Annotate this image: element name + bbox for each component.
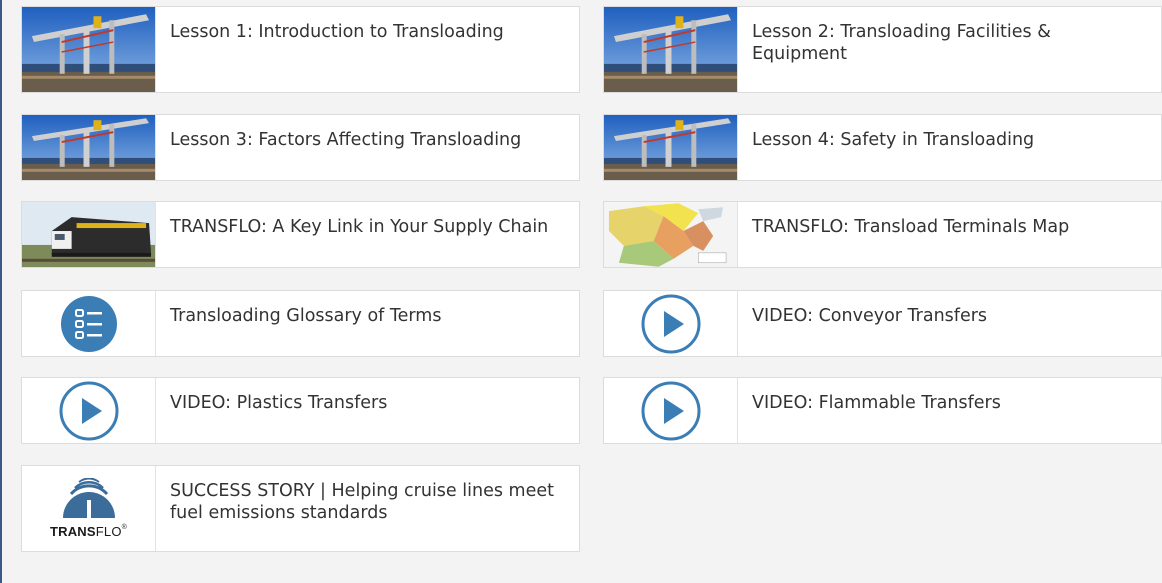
resource-title: SUCCESS STORY | Helping cruise lines mee… <box>170 481 554 523</box>
crane-photo-thumbnail <box>22 115 156 180</box>
resource-card-lesson-2[interactable]: Lesson 2: Transloading Facilities & Equi… <box>603 6 1162 93</box>
play-icon <box>22 378 156 443</box>
map-thumbnail <box>604 202 738 267</box>
resource-card-video-flammable[interactable]: VIDEO: Flammable Transfers <box>603 377 1162 444</box>
logo-text-bold: TRANS <box>49 524 96 539</box>
play-icon <box>604 378 738 443</box>
transflo-logo: TRANSFLO® <box>22 466 156 551</box>
locomotive-photo-thumbnail <box>22 202 156 267</box>
resource-title: Transloading Glossary of Terms <box>170 306 442 326</box>
play-icon <box>604 291 738 356</box>
logo-registered-mark: ® <box>121 524 128 531</box>
resource-card-lesson-1[interactable]: Lesson 1: Introduction to Transloading <box>21 6 580 93</box>
logo-text-light: FLO <box>95 524 122 539</box>
crane-photo-thumbnail <box>604 115 738 180</box>
resource-title: VIDEO: Flammable Transfers <box>752 393 1001 413</box>
resource-title: Lesson 1: Introduction to Transloading <box>170 22 504 42</box>
resource-card-terminals-map[interactable]: TRANSFLO: Transload Terminals Map <box>603 201 1162 268</box>
resource-card-lesson-4[interactable]: Lesson 4: Safety in Transloading <box>603 114 1162 181</box>
list-icon <box>22 291 156 356</box>
resource-title: Lesson 2: Transloading Facilities & Equi… <box>752 22 1051 64</box>
resource-card-success-story[interactable]: TRANSFLO® SUCCESS STORY | Helping cruise… <box>21 465 580 552</box>
crane-photo-thumbnail <box>22 7 156 92</box>
resource-card-video-plastics[interactable]: VIDEO: Plastics Transfers <box>21 377 580 444</box>
resource-title: Lesson 4: Safety in Transloading <box>752 130 1035 150</box>
crane-photo-thumbnail <box>604 7 738 92</box>
resource-title: TRANSFLO: A Key Link in Your Supply Chai… <box>170 217 549 237</box>
resource-title: VIDEO: Plastics Transfers <box>170 393 388 413</box>
resource-title: Lesson 3: Factors Affecting Transloading <box>170 130 522 150</box>
resource-title: TRANSFLO: Transload Terminals Map <box>752 217 1070 237</box>
resource-card-glossary[interactable]: Transloading Glossary of Terms <box>21 290 580 357</box>
resource-card-transflo-supply-chain[interactable]: TRANSFLO: A Key Link in Your Supply Chai… <box>21 201 580 268</box>
resource-card-lesson-3[interactable]: Lesson 3: Factors Affecting Transloading <box>21 114 580 181</box>
left-border <box>0 0 2 583</box>
resource-title: VIDEO: Conveyor Transfers <box>752 306 988 326</box>
resource-card-video-conveyor[interactable]: VIDEO: Conveyor Transfers <box>603 290 1162 357</box>
